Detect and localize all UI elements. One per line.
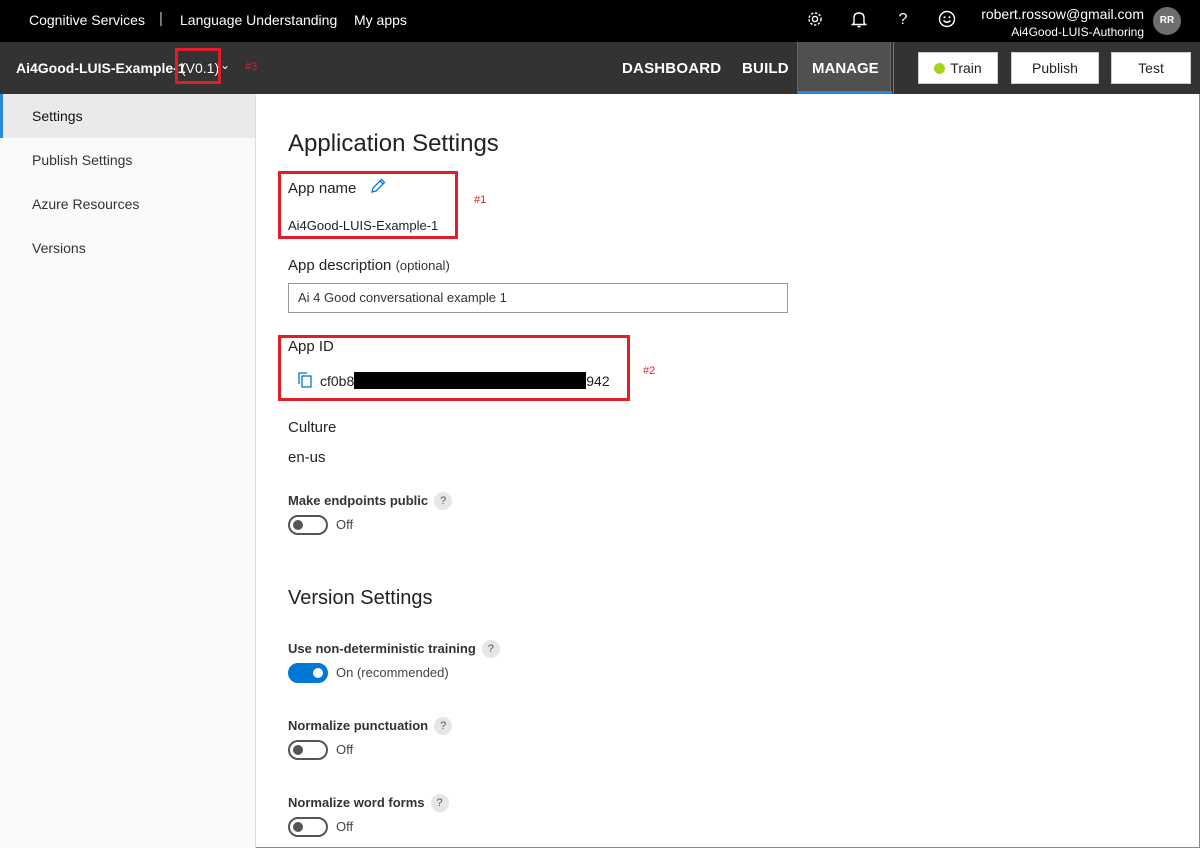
sidebar-item-azure-resources[interactable]: Azure Resources: [0, 182, 255, 226]
culture-label: Culture: [288, 419, 337, 436]
sidebar-item-publish-settings[interactable]: Publish Settings: [0, 138, 255, 182]
product-link[interactable]: Language Understanding: [180, 12, 337, 28]
brand-link[interactable]: Cognitive Services: [29, 12, 145, 28]
app-bar: Ai4Good-LUIS-Example-1 (V0.1) ⌄ #3 DASHB…: [0, 42, 1200, 94]
annotation-label-2: #2: [643, 365, 656, 377]
help-icon[interactable]: ?: [430, 794, 449, 812]
tab-manage-label: MANAGE: [812, 60, 879, 77]
nondeterministic-label-text: Use non-deterministic training: [288, 641, 476, 656]
annotation-box-2: [278, 335, 630, 401]
main-content: Application Settings App name Ai4Good-LU…: [256, 94, 1200, 848]
normalize-word-forms-label: Normalize word forms?: [288, 794, 449, 812]
tab-divider: [893, 42, 894, 94]
annotation-label-3: #3: [245, 61, 258, 73]
tab-dashboard[interactable]: DASHBOARD: [622, 60, 721, 77]
help-icon[interactable]: ?: [894, 10, 912, 30]
nav-separator: |: [159, 10, 163, 27]
train-label: Train: [950, 60, 982, 76]
help-icon[interactable]: ?: [434, 717, 453, 735]
version-settings-title: Version Settings: [288, 587, 433, 609]
avatar[interactable]: RR: [1153, 7, 1181, 35]
publish-button[interactable]: Publish: [1011, 52, 1099, 84]
sidebar-item-versions[interactable]: Versions: [0, 226, 255, 270]
endpoints-public-state: Off: [336, 517, 354, 532]
user-account[interactable]: robert.rossow@gmail.com Ai4Good-LUIS-Aut…: [981, 6, 1144, 39]
tab-manage[interactable]: MANAGE: [797, 42, 892, 94]
endpoints-public-label-text: Make endpoints public: [288, 493, 429, 508]
nondeterministic-state: On (recommended): [336, 665, 449, 680]
normalize-word-forms-label-text: Normalize word forms: [288, 795, 425, 810]
page-title: Application Settings: [288, 130, 499, 157]
top-nav-bar: Cognitive Services | Language Understand…: [0, 0, 1200, 42]
normalize-punctuation-toggle[interactable]: [288, 740, 328, 760]
train-button[interactable]: Train: [918, 52, 998, 84]
toggle-knob: [313, 668, 323, 678]
smiley-icon[interactable]: [938, 10, 956, 30]
annotation-box-1: [278, 171, 458, 239]
toggle-knob: [293, 822, 303, 832]
normalize-punctuation-label-text: Normalize punctuation: [288, 718, 429, 733]
app-description-label-text: App description: [288, 257, 392, 274]
user-tenant: Ai4Good-LUIS-Authoring: [1011, 25, 1144, 39]
help-icon[interactable]: ?: [434, 492, 453, 510]
sidebar-item-settings[interactable]: Settings: [0, 94, 255, 138]
app-name-selector[interactable]: Ai4Good-LUIS-Example-1: [16, 60, 186, 76]
chevron-down-icon[interactable]: ⌄: [220, 58, 230, 72]
annotation-label-1: #1: [474, 194, 487, 206]
gear-icon[interactable]: [806, 10, 824, 30]
user-email: robert.rossow@gmail.com: [981, 6, 1144, 22]
tab-build[interactable]: BUILD: [742, 60, 789, 77]
my-apps-link[interactable]: My apps: [354, 12, 407, 28]
normalize-punctuation-label: Normalize punctuation?: [288, 717, 453, 735]
endpoints-public-toggle[interactable]: [288, 515, 328, 535]
nondeterministic-label: Use non-deterministic training?: [288, 640, 500, 658]
app-description-input[interactable]: Ai 4 Good conversational example 1: [288, 283, 788, 313]
test-button[interactable]: Test: [1111, 52, 1191, 84]
help-icon[interactable]: ?: [481, 640, 500, 658]
normalize-word-forms-toggle[interactable]: [288, 817, 328, 837]
nondeterministic-toggle[interactable]: [288, 663, 328, 683]
optional-hint: (optional): [395, 258, 450, 273]
app-description-label: App description (optional): [288, 257, 450, 274]
bell-icon[interactable]: [850, 10, 868, 30]
normalize-word-forms-state: Off: [336, 819, 354, 834]
culture-value: en-us: [288, 449, 326, 466]
train-status-dot-icon: [934, 63, 946, 74]
endpoints-public-label: Make endpoints public?: [288, 492, 453, 510]
toggle-knob: [293, 745, 303, 755]
annotation-box-3: [175, 48, 221, 84]
sidebar: Settings Publish Settings Azure Resource…: [0, 94, 256, 848]
toggle-knob: [293, 520, 303, 530]
normalize-punctuation-state: Off: [336, 742, 354, 757]
